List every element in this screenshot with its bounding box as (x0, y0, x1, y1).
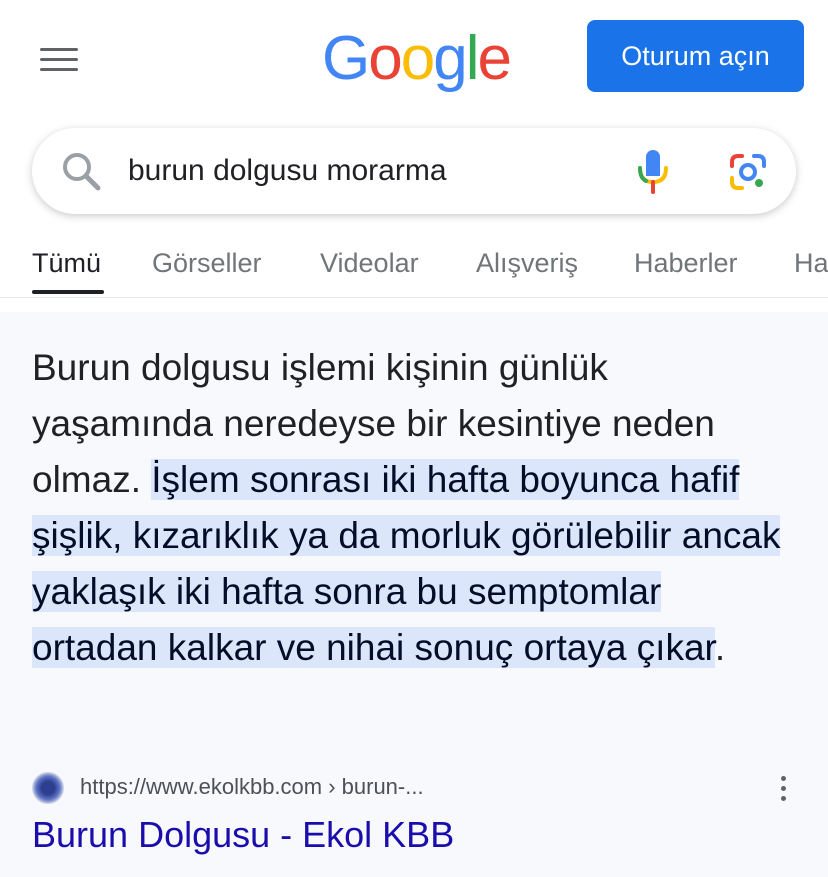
hamburger-menu-icon[interactable] (40, 48, 80, 74)
google-logo[interactable]: Google (322, 24, 512, 94)
result-title-link[interactable]: Burun Dolgusu - Ekol KBB (32, 814, 454, 856)
result-url[interactable]: https://www.ekolkbb.com › burun-... (80, 774, 424, 800)
tab-images[interactable]: Görseller (152, 248, 262, 279)
search-input[interactable]: burun dolgusu morarma (128, 128, 447, 214)
sign-in-button[interactable]: Oturum açın (587, 20, 804, 92)
snippet-text: Burun dolgusu işlemi kişinin günlük yaşa… (32, 340, 796, 676)
search-box[interactable]: burun dolgusu morarma (32, 128, 796, 214)
tab-videos[interactable]: Videolar (320, 248, 419, 279)
more-options-icon[interactable] (776, 776, 790, 806)
active-tab-indicator (32, 290, 104, 294)
search-icon[interactable] (60, 150, 102, 192)
search-tabs: Tümü Görseller Videolar Alışveriş Haberl… (0, 236, 828, 298)
site-favicon-icon (32, 772, 64, 804)
tab-all[interactable]: Tümü (32, 248, 101, 279)
google-lens-icon[interactable] (728, 152, 768, 192)
result-source: https://www.ekolkbb.com › burun-... (32, 772, 796, 812)
featured-snippet: Burun dolgusu işlemi kişinin günlük yaşa… (0, 312, 828, 877)
microphone-icon[interactable] (636, 148, 670, 194)
header: Google Oturum açın (0, 0, 828, 120)
tab-shopping[interactable]: Alışveriş (476, 248, 578, 279)
snippet-text-after: . (714, 627, 726, 668)
tab-news[interactable]: Haberler (634, 248, 738, 279)
tab-more[interactable]: Ha (794, 248, 828, 279)
